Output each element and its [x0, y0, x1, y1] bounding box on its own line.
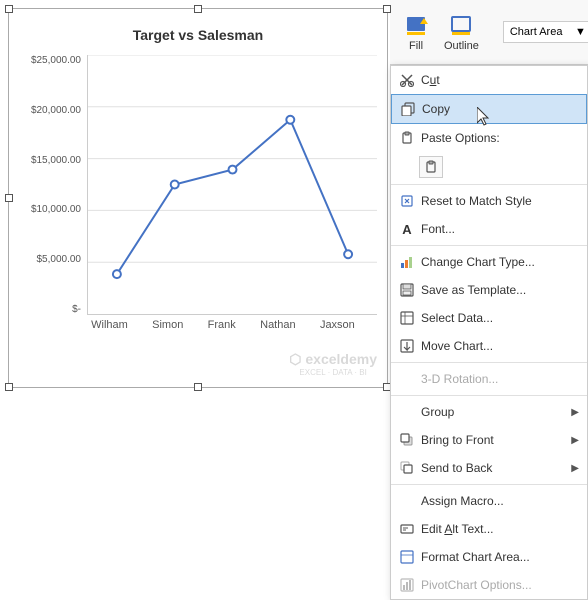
fill-label: Fill — [409, 40, 423, 52]
x-label-1: Wilham — [91, 319, 128, 331]
separator-5 — [391, 484, 587, 485]
group-label: Group — [421, 405, 571, 419]
ribbon: Fill Outline Chart Area ▼ — [390, 0, 588, 65]
dropdown-arrow: ▼ — [575, 26, 586, 38]
menu-item-format-chart[interactable]: Format Chart Area... — [391, 543, 587, 571]
cut-label: Cut — [421, 73, 579, 87]
x-label-3: Frank — [208, 319, 236, 331]
y-axis: $25,000.00 $20,000.00 $15,000.00 $10,000… — [19, 55, 87, 315]
bring-front-icon — [397, 430, 417, 450]
handle-left[interactable] — [5, 194, 13, 202]
chart-plot-area — [87, 55, 377, 315]
menu-item-move-chart[interactable]: Move Chart... — [391, 332, 587, 360]
menu-item-paste-sub[interactable] — [391, 152, 587, 182]
handle-topleft[interactable] — [5, 5, 13, 13]
outline-icon — [447, 12, 475, 40]
separator-1 — [391, 184, 587, 185]
chart-svg — [88, 55, 377, 314]
copy-label: Copy — [422, 102, 578, 116]
send-back-arrow: ▶ — [571, 463, 579, 474]
move-chart-icon — [397, 336, 417, 356]
menu-item-bring-front[interactable]: Bring to Front ▶ — [391, 426, 587, 454]
menu-item-reset[interactable]: Reset to Match Style — [391, 187, 587, 215]
menu-item-group[interactable]: Group ▶ — [391, 398, 587, 426]
3d-rotation-label: 3-D Rotation... — [421, 372, 579, 386]
y-label-1: $25,000.00 — [31, 55, 81, 66]
chart-area-dropdown[interactable]: Chart Area ▼ — [503, 21, 588, 43]
paste-options-label: Paste Options: — [421, 131, 579, 145]
send-back-icon — [397, 458, 417, 478]
dropdown-value: Chart Area — [510, 26, 563, 38]
separator-3 — [391, 362, 587, 363]
format-chart-icon — [397, 547, 417, 567]
pivotchart-label: PivotChart Options... — [421, 578, 579, 592]
handle-topright[interactable] — [383, 5, 391, 13]
chart-container: Target vs Salesman $25,000.00 $20,000.00… — [8, 8, 388, 388]
font-label: Font... — [421, 222, 579, 236]
menu-item-cut[interactable]: Cut — [391, 66, 587, 94]
y-label-3: $15,000.00 — [31, 155, 81, 166]
pivotchart-icon — [397, 575, 417, 595]
y-label-6: $- — [72, 304, 81, 315]
select-data-label: Select Data... — [421, 311, 579, 325]
menu-item-assign-macro[interactable]: Assign Macro... — [391, 487, 587, 515]
change-chart-label: Change Chart Type... — [421, 255, 579, 269]
format-chart-label: Format Chart Area... — [421, 550, 579, 564]
assign-macro-label: Assign Macro... — [421, 494, 579, 508]
handle-top[interactable] — [194, 5, 202, 13]
reset-label: Reset to Match Style — [421, 194, 579, 208]
paste-options-icon — [397, 128, 417, 148]
outline-label: Outline — [444, 40, 479, 52]
move-chart-label: Move Chart... — [421, 339, 579, 353]
x-label-2: Simon — [152, 319, 183, 331]
x-label-5: Jaxson — [320, 319, 355, 331]
assign-macro-icon — [397, 491, 417, 511]
edit-alt-label: Edit Alt Text... — [421, 522, 579, 536]
watermark-logo: ⬡ exceldemy — [289, 351, 377, 368]
chart-inner: Target vs Salesman $25,000.00 $20,000.00… — [19, 19, 377, 377]
fill-button[interactable]: Fill — [398, 10, 434, 54]
group-icon — [397, 402, 417, 422]
menu-item-paste-options[interactable]: Paste Options: — [391, 124, 587, 152]
paste-sub-icon — [419, 156, 443, 178]
3d-rotation-icon — [397, 369, 417, 389]
bring-front-label: Bring to Front — [421, 433, 571, 447]
save-template-icon — [397, 280, 417, 300]
y-label-5: $5,000.00 — [37, 254, 82, 265]
reset-icon — [397, 191, 417, 211]
menu-item-pivotchart: PivotChart Options... — [391, 571, 587, 599]
separator-2 — [391, 245, 587, 246]
outline-button[interactable]: Outline — [440, 10, 483, 54]
change-chart-icon — [397, 252, 417, 272]
menu-item-font[interactable]: A Font... — [391, 215, 587, 243]
menu-item-copy[interactable]: Copy — [391, 94, 587, 124]
menu-item-send-back[interactable]: Send to Back ▶ — [391, 454, 587, 482]
chart-title: Target vs Salesman — [19, 19, 377, 47]
group-arrow: ▶ — [571, 407, 579, 418]
send-back-label: Send to Back — [421, 461, 571, 475]
select-data-icon — [397, 308, 417, 328]
menu-item-select-data[interactable]: Select Data... — [391, 304, 587, 332]
save-template-label: Save as Template... — [421, 283, 579, 297]
y-label-4: $10,000.00 — [31, 204, 81, 215]
menu-item-3d-rotation: 3-D Rotation... — [391, 365, 587, 393]
menu-item-change-chart[interactable]: Change Chart Type... — [391, 248, 587, 276]
handle-bottom[interactable] — [194, 383, 202, 391]
watermark: ⬡ exceldemy EXCEL · DATA · BI — [289, 351, 377, 377]
bring-front-arrow: ▶ — [571, 435, 579, 446]
cut-icon — [397, 70, 417, 90]
y-label-2: $20,000.00 — [31, 105, 81, 116]
separator-4 — [391, 395, 587, 396]
font-icon: A — [397, 219, 417, 239]
x-axis: Wilham Simon Frank Nathan Jaxson — [79, 319, 367, 331]
context-menu: Cut Copy Paste Options: — [390, 65, 588, 600]
fill-icon — [402, 12, 430, 40]
menu-item-save-template[interactable]: Save as Template... — [391, 276, 587, 304]
copy-icon — [398, 99, 418, 119]
x-label-4: Nathan — [260, 319, 295, 331]
handle-bottomleft[interactable] — [5, 383, 13, 391]
edit-alt-icon — [397, 519, 417, 539]
watermark-sub: EXCEL · DATA · BI — [289, 368, 377, 377]
